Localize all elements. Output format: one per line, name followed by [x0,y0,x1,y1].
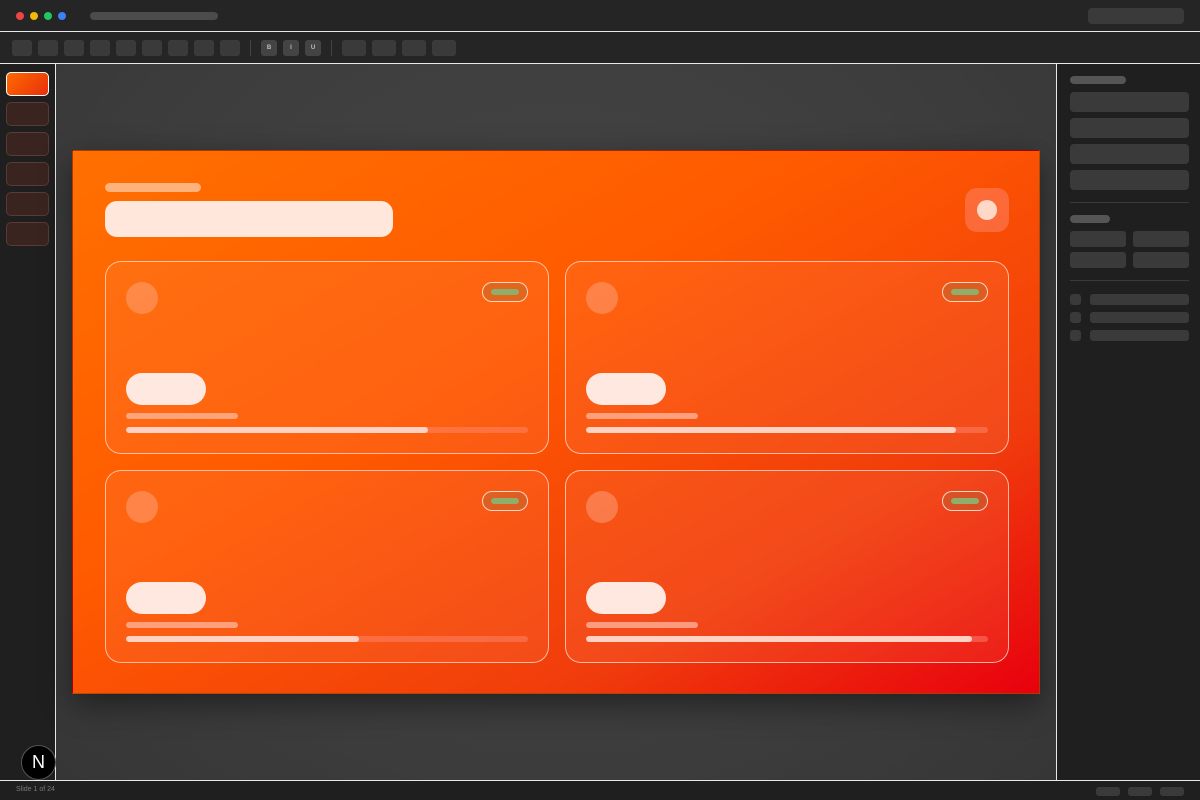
option-checkbox[interactable] [1070,330,1081,341]
toolbar-button-13[interactable] [432,40,456,56]
card-icon [126,282,158,314]
status-badge [942,491,988,511]
status-badge [942,282,988,302]
metric-card[interactable] [105,470,549,663]
slide-thumbnail-4[interactable] [6,162,49,186]
toolbar-button-1[interactable] [12,40,32,56]
badge-indicator [491,289,519,295]
toolbar-divider [250,40,251,56]
panel-divider [1070,202,1189,203]
status-badge [482,282,528,302]
card-icon [126,491,158,523]
status-button[interactable] [1160,787,1184,796]
status-bar: Slide 1 of 24 [0,780,1200,800]
option-label [1090,294,1189,305]
toolbar-button-11[interactable] [372,40,396,56]
underline-button[interactable]: U [305,40,321,56]
progress-fill [586,636,972,642]
option-label [1090,312,1189,323]
toolbar-button-3[interactable] [64,40,84,56]
property-field-small[interactable] [1070,252,1126,268]
progress-track [126,636,528,642]
slide-counter: Slide 1 of 24 [16,786,55,793]
card-icon [586,282,618,314]
presentation-editor: B I U Slide 1 of 24 N [0,0,1200,800]
toolbar-button-5[interactable] [116,40,136,56]
slide-action-button[interactable] [965,188,1009,232]
property-field-small[interactable] [1133,252,1189,268]
toolbar-button-6[interactable] [142,40,162,56]
slide-eyebrow [105,183,201,192]
option-checkbox[interactable] [1070,312,1081,323]
slide-thumbnail-5[interactable] [6,192,49,216]
current-slide[interactable] [72,150,1040,694]
property-field[interactable] [1070,92,1189,112]
progress-track [586,427,988,433]
card-value [586,373,666,405]
toolbar-button-9[interactable] [220,40,240,56]
slide-thumbnail-rail [0,64,56,780]
option-label [1090,330,1189,341]
card-value [586,582,666,614]
card-icon [586,491,618,523]
card-label [586,413,698,419]
toolbar-button-10[interactable] [342,40,366,56]
property-field-small[interactable] [1070,231,1126,247]
toolbar-divider [331,40,332,56]
title-bar [0,0,1200,32]
slide-headline [105,201,393,237]
panel-heading [1070,215,1110,223]
panel-heading [1070,76,1126,84]
toolbar-button-7[interactable] [168,40,188,56]
properties-panel [1056,64,1200,780]
property-field[interactable] [1070,144,1189,164]
logo-icon[interactable]: N [21,745,56,780]
progress-track [126,427,528,433]
progress-track [586,636,988,642]
option-checkbox[interactable] [1070,294,1081,305]
toolbar-button-2[interactable] [38,40,58,56]
badge-indicator [951,498,979,504]
progress-fill [126,427,428,433]
card-label [126,622,238,628]
slide-thumbnail-2[interactable] [6,102,49,126]
badge-indicator [951,289,979,295]
metric-card[interactable] [565,261,1009,454]
card-label [586,622,698,628]
panel-divider [1070,280,1189,281]
property-field[interactable] [1070,118,1189,138]
close-window-icon[interactable] [16,12,24,20]
property-field-small[interactable] [1133,231,1189,247]
bold-button[interactable]: B [261,40,277,56]
circle-icon [977,200,997,220]
toolbar-button-12[interactable] [402,40,426,56]
slide-canvas [56,64,1056,780]
toolbar-button-8[interactable] [194,40,214,56]
extra-window-icon[interactable] [58,12,66,20]
status-badge [482,491,528,511]
toolbar: B I U [0,32,1200,64]
document-title [90,12,218,20]
maximize-window-icon[interactable] [44,12,52,20]
slide-thumbnail-1[interactable] [6,72,49,96]
slide-thumbnail-3[interactable] [6,132,49,156]
card-value [126,582,206,614]
status-button[interactable] [1096,787,1120,796]
metric-card[interactable] [565,470,1009,663]
property-field[interactable] [1070,170,1189,190]
italic-button[interactable]: I [283,40,299,56]
progress-fill [586,427,956,433]
status-button[interactable] [1128,787,1152,796]
metric-card[interactable] [105,261,549,454]
toolbar-button-4[interactable] [90,40,110,56]
share-button[interactable] [1088,8,1184,24]
badge-indicator [491,498,519,504]
card-label [126,413,238,419]
slide-thumbnail-6[interactable] [6,222,49,246]
progress-fill [126,636,360,642]
card-value [126,373,206,405]
minimize-window-icon[interactable] [30,12,38,20]
